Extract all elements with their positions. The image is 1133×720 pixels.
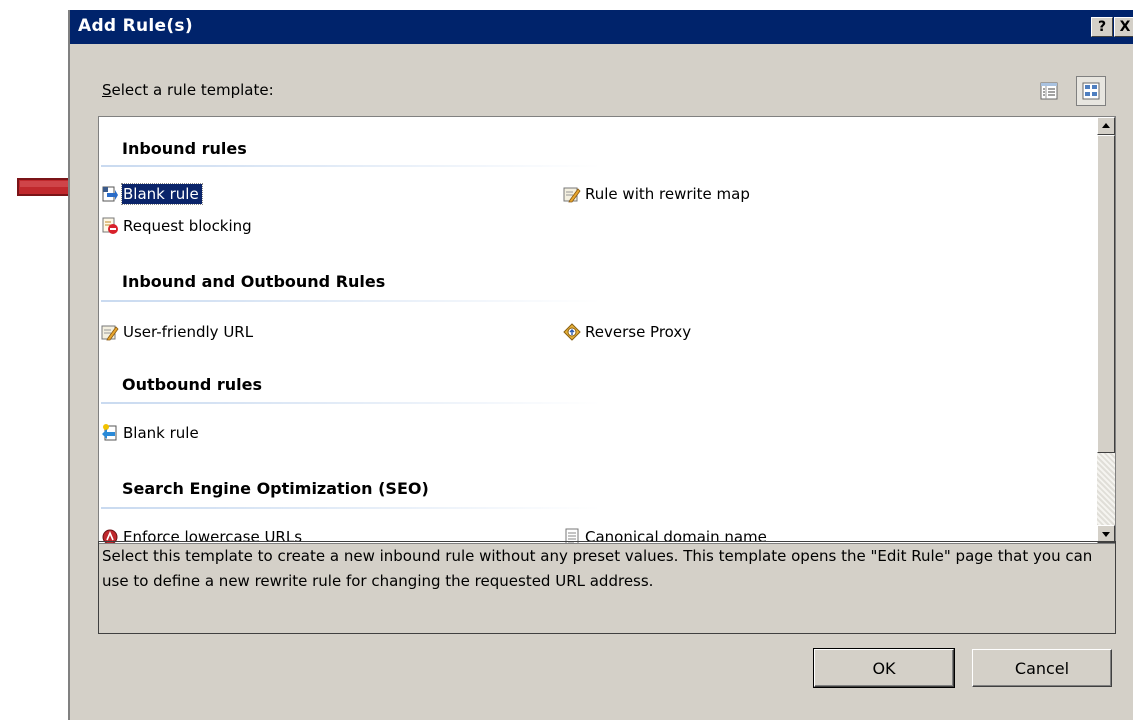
title-bar: Add Rule(s) ? X — [70, 10, 1133, 44]
ok-button[interactable]: OK — [813, 648, 955, 688]
request-blocking-icon — [102, 217, 118, 234]
template-rule-with-rewrite-map[interactable]: Rule with rewrite map — [563, 183, 753, 205]
select-template-label: Select a rule template: — [102, 81, 274, 99]
select-label-text: elect a rule template: — [111, 81, 274, 99]
item-label: User-friendly URL — [123, 323, 254, 341]
template-description: Select this template to create a new inb… — [98, 541, 1116, 634]
template-outbound-blank-rule[interactable]: Blank rule — [101, 422, 202, 444]
template-reverse-proxy[interactable]: Reverse Proxy — [563, 321, 694, 343]
vertical-scrollbar[interactable] — [1097, 117, 1115, 543]
user-friendly-url-icon — [101, 325, 119, 341]
group-divider — [101, 165, 601, 167]
dialog-title: Add Rule(s) — [78, 16, 193, 36]
add-rules-dialog: Add Rule(s) ? X Select a rule template: … — [68, 10, 1133, 720]
blank-rule-icon — [102, 186, 118, 202]
details-view-icon — [1040, 82, 1058, 100]
group-divider — [101, 507, 601, 509]
group-header-seo: Search Engine Optimization (SEO) — [122, 479, 429, 498]
reverse-proxy-icon — [563, 323, 581, 341]
outbound-blank-rule-icon — [102, 424, 117, 441]
item-label: Blank rule — [121, 183, 203, 205]
scroll-up-arrow-icon — [1102, 123, 1110, 128]
group-header-inbound-outbound: Inbound and Outbound Rules — [122, 272, 386, 291]
item-label: Request blocking — [123, 217, 252, 235]
rule-template-list[interactable]: Inbound rules Blank rule Rule with rewri… — [98, 116, 1116, 544]
close-button[interactable]: X — [1114, 17, 1133, 37]
scroll-thumb[interactable] — [1097, 135, 1115, 453]
scroll-down-arrow-icon — [1102, 532, 1110, 537]
cancel-button[interactable]: Cancel — [972, 649, 1112, 687]
group-divider — [101, 300, 601, 302]
help-button[interactable]: ? — [1091, 17, 1113, 37]
details-view-button[interactable] — [1034, 76, 1064, 106]
group-header-inbound: Inbound rules — [122, 139, 247, 158]
template-user-friendly-url[interactable]: User-friendly URL — [101, 321, 256, 343]
template-request-blocking[interactable]: Request blocking — [101, 215, 255, 237]
item-label: Rule with rewrite map — [585, 185, 750, 203]
item-label: Reverse Proxy — [585, 323, 692, 341]
group-header-outbound: Outbound rules — [122, 375, 263, 394]
tiles-view-icon — [1082, 82, 1100, 100]
scroll-up-button[interactable] — [1097, 117, 1115, 135]
item-label: Blank rule — [123, 424, 199, 442]
group-divider — [101, 402, 601, 404]
tiles-view-button[interactable] — [1076, 76, 1106, 106]
template-inbound-blank-rule[interactable]: Blank rule — [101, 183, 203, 205]
rewrite-map-icon — [563, 187, 581, 203]
select-label-accelerator: S — [102, 81, 112, 99]
